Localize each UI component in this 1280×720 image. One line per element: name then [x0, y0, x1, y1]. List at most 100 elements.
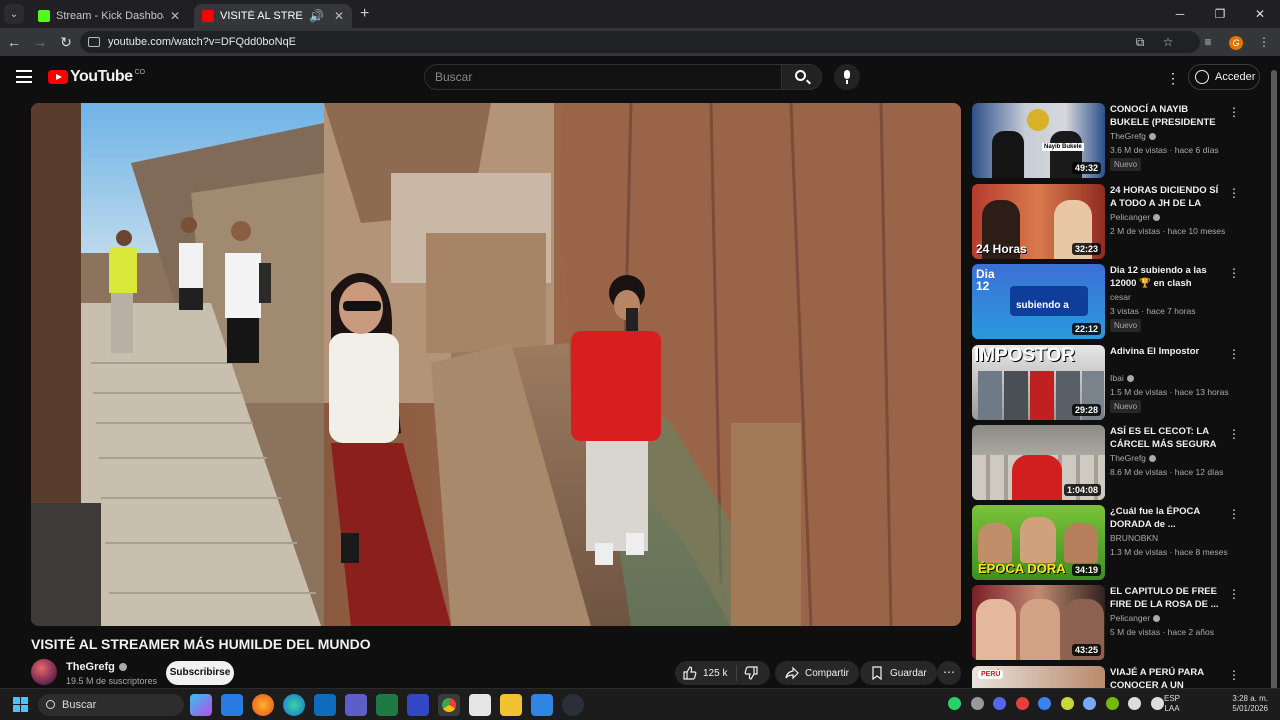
close-window-button[interactable]: ✕ [1240, 0, 1280, 28]
item-menu-icon[interactable]: ⋮ [1228, 105, 1240, 119]
recommendation-title[interactable]: ASÍ ES EL CECOT: LA CÁRCEL MÁS SEGURA D.… [1110, 425, 1222, 451]
recommendation-title[interactable]: CONOCÍ A NAYIB BUKELE (PRESIDENTE DE EL … [1110, 103, 1222, 129]
more-actions-button[interactable]: ⋯ [937, 661, 961, 685]
settings-more-icon[interactable]: ⋮ [1166, 70, 1180, 87]
recommendation-item[interactable]: Nayib Bukele 49:32 CONOCÍ A NAYIB BUKELE… [972, 103, 1252, 179]
address-bar[interactable]: youtube.com/watch?v=DFQdd0boNqE [80, 31, 1200, 53]
channel-avatar[interactable] [31, 659, 57, 685]
like-button[interactable]: 125 k [675, 665, 737, 681]
keyboard-language[interactable]: ESP LAA [1164, 694, 1180, 714]
recommendation-item[interactable]: PERÚ VIAJÉ A PERÚ PARA CONOCER A UN ⋮ [972, 666, 1252, 688]
recommendation-title[interactable]: Dia 12 subiendo a las 12000 🏆 en clash r… [1110, 264, 1222, 290]
item-menu-icon[interactable]: ⋮ [1228, 186, 1240, 200]
video-thumbnail[interactable]: ÉPOCA DORA 34:19 [972, 505, 1105, 580]
recommendation-item[interactable]: IMPOSTOR 29:28 Adivina El Impostor Ibai … [972, 345, 1252, 421]
profile-avatar[interactable]: G [1224, 35, 1248, 50]
recommendation-title[interactable]: VIAJÉ A PERÚ PARA CONOCER A UN [1110, 666, 1222, 688]
recommendation-item[interactable]: ÉPOCA DORA 34:19 ¿Cuál fue la ÉPOCA DORA… [972, 505, 1252, 581]
browser-menu-icon[interactable]: ⋮ [1252, 35, 1276, 49]
reload-icon[interactable]: ↻ [54, 34, 78, 51]
share-button[interactable]: Compartir [775, 661, 859, 685]
discord-tray-icon[interactable] [993, 697, 1006, 710]
recommendation-item[interactable]: 1:04:08 ASÍ ES EL CECOT: LA CÁRCEL MÁS S… [972, 425, 1252, 501]
item-menu-icon[interactable]: ⋮ [1228, 266, 1240, 280]
search-button[interactable] [782, 64, 822, 90]
steam-tray-icon[interactable] [970, 697, 984, 710]
page-scrollbar[interactable] [1270, 60, 1278, 690]
subscriber-count: 19.5 M de suscriptores [66, 676, 158, 686]
subscribe-button[interactable]: Subscribirse [166, 661, 234, 685]
file-explorer-icon[interactable] [500, 694, 522, 716]
tab-search-button[interactable]: ⌄ [4, 4, 24, 24]
search-input[interactable]: Buscar [424, 64, 782, 90]
new-tab-button[interactable]: + [360, 5, 369, 23]
recommendation-title[interactable]: EL CAPITULO DE FREE FIRE DE LA ROSA DE .… [1110, 585, 1222, 611]
item-menu-icon[interactable]: ⋮ [1228, 668, 1240, 682]
video-thumbnail[interactable]: PERÚ [972, 666, 1105, 688]
recommendation-item[interactable]: Dia 12 subiendo a 22:12 Dia 12 subiendo a… [972, 264, 1252, 340]
cast-icon[interactable]: ⧉ [1128, 35, 1152, 50]
video-duration: 22:12 [1071, 323, 1101, 335]
security-tray-icon[interactable] [1038, 697, 1051, 710]
bookmark-star-icon[interactable]: ☆ [1156, 35, 1180, 49]
tab-youtube-video[interactable]: VISITÉ AL STREAMER MÁS HUMILDE DEL MUNDO… [194, 4, 352, 28]
whatsapp-tray-icon[interactable] [948, 697, 961, 710]
recommendation-title[interactable]: ¿Cuál fue la ÉPOCA DORADA de ... [1110, 505, 1222, 531]
item-menu-icon[interactable]: ⋮ [1228, 587, 1240, 601]
close-tab-icon[interactable]: ✕ [334, 9, 344, 23]
extensions-icon[interactable]: ≡ [1196, 35, 1220, 49]
video-thumbnail[interactable]: Dia 12 subiendo a 22:12 [972, 264, 1105, 339]
save-button[interactable]: Guardar [860, 661, 937, 685]
outlook-icon[interactable] [314, 694, 336, 716]
menu-hamburger-icon[interactable] [16, 70, 32, 87]
minimize-button[interactable]: ─ [1160, 0, 1200, 28]
channel-name-link[interactable]: TheGrefg [66, 661, 127, 673]
dislike-button[interactable] [737, 666, 770, 680]
app-tray-icon[interactable] [1060, 697, 1074, 710]
video-thumbnail[interactable]: IMPOSTOR 29:28 [972, 345, 1105, 420]
recommendation-title[interactable]: Adivina El Impostor [1110, 345, 1222, 371]
wifi-icon[interactable] [1128, 697, 1141, 710]
volume-icon[interactable] [1150, 697, 1164, 710]
voice-search-mic-icon[interactable] [834, 64, 860, 90]
forward-arrow-icon[interactable]: → [28, 34, 52, 50]
tab-kick-dashboard[interactable]: Stream - Kick Dashboard ✕ [30, 4, 188, 28]
video-thumbnail[interactable]: 1:04:08 [972, 425, 1105, 500]
scrollbar-thumb[interactable] [1271, 70, 1277, 690]
obs-icon[interactable] [407, 694, 429, 716]
site-info-icon[interactable] [88, 37, 100, 47]
edge-icon[interactable] [283, 694, 305, 716]
video-thumbnail[interactable]: 43:25 [972, 585, 1105, 660]
recommendation-title[interactable]: 24 HORAS DICIENDO SÍ A TODO A JH DE LA C… [1110, 184, 1222, 210]
speaker-icon[interactable]: 🔊 [309, 9, 324, 23]
bookmark-icon [872, 666, 882, 680]
restore-button[interactable]: ❐ [1200, 0, 1240, 28]
item-menu-icon[interactable]: ⋮ [1228, 427, 1240, 441]
taskbar-search[interactable]: Buscar [38, 694, 184, 716]
firefox-icon[interactable] [252, 694, 274, 716]
recording-tray-icon[interactable] [1015, 697, 1029, 710]
capcut-icon[interactable] [469, 694, 491, 716]
nvidia-tray-icon[interactable] [1105, 697, 1119, 710]
excel-icon[interactable] [376, 694, 398, 716]
windows-start-icon[interactable] [13, 697, 29, 713]
back-arrow-icon[interactable]: ← [2, 34, 26, 50]
close-tab-icon[interactable]: ✕ [170, 9, 180, 23]
network-tray-icon[interactable] [1083, 697, 1096, 710]
remote-desktop-icon[interactable] [531, 694, 553, 716]
steam-icon[interactable] [562, 694, 584, 716]
item-menu-icon[interactable]: ⋮ [1228, 507, 1240, 521]
item-menu-icon[interactable]: ⋮ [1228, 347, 1240, 361]
chrome-icon[interactable] [438, 694, 460, 716]
video-thumbnail[interactable]: 24 Horas 32:23 [972, 184, 1105, 259]
teams-icon[interactable] [345, 694, 367, 716]
recommendation-item[interactable]: 24 Horas 32:23 24 HORAS DICIENDO SÍ A TO… [972, 184, 1252, 260]
copilot-icon[interactable] [190, 694, 212, 716]
video-player[interactable] [31, 103, 961, 626]
recommendation-item[interactable]: 43:25 EL CAPITULO DE FREE FIRE DE LA ROS… [972, 585, 1252, 661]
video-thumbnail[interactable]: Nayib Bukele 49:32 [972, 103, 1105, 178]
sign-in-button[interactable]: Acceder [1188, 64, 1260, 90]
store-icon[interactable] [221, 694, 243, 716]
taskbar-clock[interactable]: 3:28 a. m. 5/01/2026 [1224, 694, 1268, 714]
youtube-logo[interactable]: YouTube CO [48, 68, 145, 86]
